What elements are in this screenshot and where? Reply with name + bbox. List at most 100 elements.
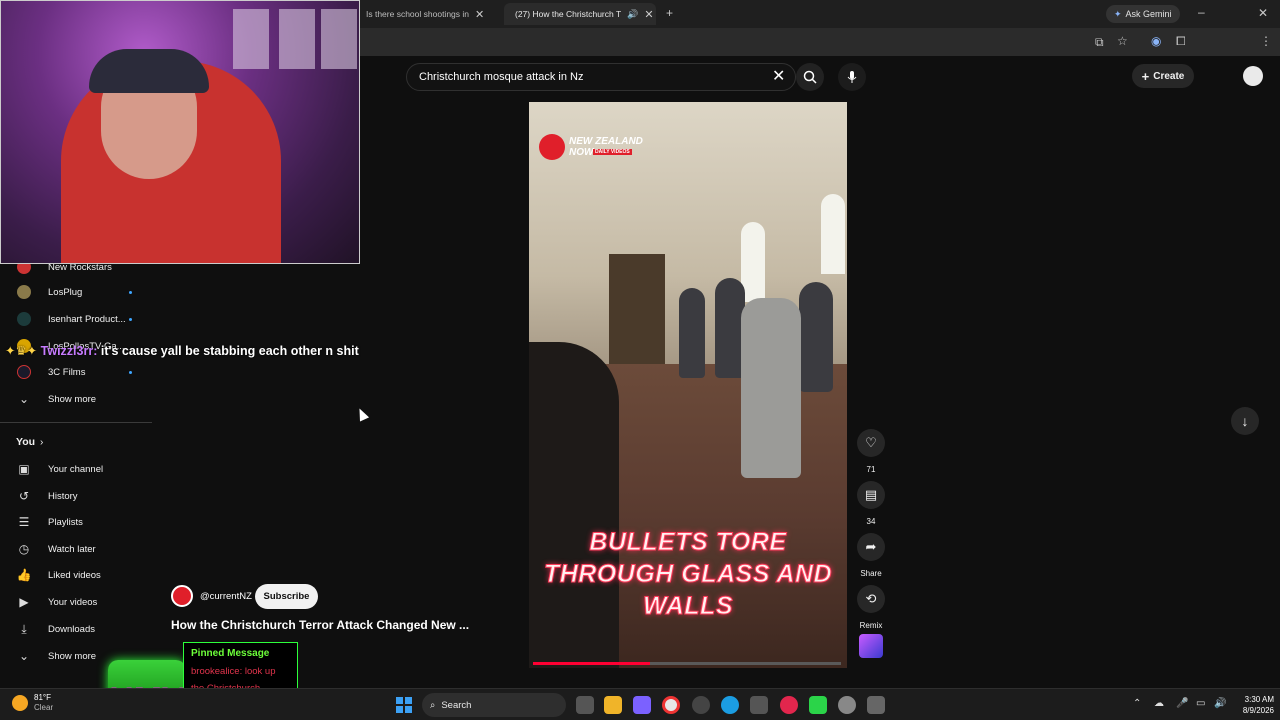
like-count: 71 bbox=[866, 465, 876, 474]
chevron-up-icon[interactable]: ⌃ bbox=[1133, 698, 1141, 709]
avatar[interactable] bbox=[1243, 66, 1263, 86]
volume-icon[interactable]: 🔊 bbox=[1214, 698, 1226, 709]
show-more-label: Show more bbox=[48, 650, 97, 662]
extensions-icon[interactable]: ⧠ bbox=[1176, 34, 1186, 49]
clear-icon[interactable]: ✕ bbox=[772, 66, 785, 86]
sidebar-item-your-videos[interactable]: ▶ Your videos bbox=[0, 589, 150, 615]
minimize-icon[interactable]: – bbox=[1198, 5, 1205, 19]
kick-icon[interactable] bbox=[809, 696, 827, 714]
sound-thumbnail[interactable] bbox=[859, 634, 883, 658]
sidebar-item-watch-later[interactable]: ◷ Watch later bbox=[0, 536, 150, 562]
menu-icon[interactable]: ⋮ bbox=[1260, 34, 1272, 48]
comment-icon[interactable]: ▤ bbox=[857, 481, 885, 509]
sidebar-item-isenhart[interactable]: Isenhart Product... bbox=[0, 306, 150, 332]
video-scene-door bbox=[609, 254, 665, 364]
progress-fill bbox=[533, 662, 651, 665]
search-input[interactable]: Christchurch mosque attack in Nz bbox=[406, 63, 796, 91]
share-action[interactable]: ➦ Share bbox=[857, 533, 885, 578]
channel-avatar bbox=[16, 284, 32, 300]
channel-avatar bbox=[16, 364, 32, 380]
sun-icon bbox=[12, 695, 28, 711]
file-explorer-icon[interactable] bbox=[604, 696, 622, 714]
video-scene-figure bbox=[799, 282, 833, 392]
comment-action[interactable]: ▤ 34 bbox=[857, 481, 885, 526]
like-action[interactable]: ♡ 71 bbox=[857, 429, 885, 474]
download-icon: ⤓ bbox=[21, 621, 27, 636]
sidebar-item-label: Your videos bbox=[48, 596, 98, 608]
video-progress-bar[interactable] bbox=[533, 662, 841, 665]
star-icon[interactable]: ☆ bbox=[1117, 34, 1128, 48]
sidebar-item-losplug[interactable]: LosPlug bbox=[0, 279, 150, 305]
chat-text: it's cause yall be stabbing each other n… bbox=[100, 344, 359, 358]
windows-start-icon[interactable] bbox=[396, 697, 412, 713]
install-icon[interactable]: ⧉ bbox=[1095, 35, 1104, 50]
sidebar-item-label: Playlists bbox=[48, 516, 83, 528]
sidebar-item-playlists[interactable]: ☰ Playlists bbox=[0, 509, 150, 535]
plus-icon: + bbox=[1141, 68, 1150, 84]
video-title[interactable]: How the Christchurch Terror Attack Chang… bbox=[171, 618, 469, 632]
weather-widget[interactable]: 81°F Clear bbox=[12, 693, 53, 713]
taskbar-search[interactable]: ⌕ Search bbox=[422, 693, 566, 717]
logo-line-1: NEW ZEALAND bbox=[569, 136, 643, 147]
close-icon[interactable]: ✕ bbox=[475, 8, 484, 21]
arrow-down-icon: ↓ bbox=[1241, 413, 1249, 429]
heart-icon[interactable]: ♡ bbox=[857, 429, 885, 457]
sidebar-item-history[interactable]: ↺ History bbox=[0, 483, 150, 509]
video-scene-runner bbox=[741, 298, 801, 478]
sidebar-item-label: Isenhart Product... bbox=[48, 313, 126, 325]
network-icon[interactable]: ▭ bbox=[1196, 698, 1205, 709]
onedrive-icon[interactable]: ☁ bbox=[1154, 698, 1164, 709]
remix-action[interactable]: ⟲ Remix bbox=[857, 585, 885, 630]
sidebar-item-your-channel[interactable]: ▣ Your channel bbox=[0, 456, 150, 482]
chrome-icon[interactable] bbox=[662, 696, 680, 714]
close-window-icon[interactable]: ✕ bbox=[1258, 6, 1268, 20]
calculator-icon[interactable] bbox=[867, 696, 885, 714]
close-icon[interactable]: ✕ bbox=[644, 8, 653, 21]
sidebar-item-downloads[interactable]: ⤓ Downloads bbox=[0, 616, 150, 642]
pinned-title: Pinned Message bbox=[191, 648, 270, 659]
new-content-dot bbox=[129, 317, 132, 321]
channel-avatar[interactable] bbox=[171, 585, 193, 607]
microphone-icon[interactable]: 🎤 bbox=[1176, 698, 1188, 709]
next-video-button[interactable]: ↓ bbox=[1231, 407, 1259, 435]
create-button[interactable]: + Create bbox=[1132, 64, 1194, 88]
search-icon: ⌕ bbox=[430, 699, 436, 711]
channel-icon: ▣ bbox=[18, 462, 30, 476]
short-video-player[interactable]: NEW ZEALAND NOW DAILY VIDEOS BULLETS TOR… bbox=[529, 102, 847, 668]
channel-handle[interactable]: @currentNZ bbox=[200, 591, 252, 602]
store-icon[interactable] bbox=[750, 696, 768, 714]
video-scene-window bbox=[821, 194, 845, 274]
gemini-label: Ask Gemini bbox=[1125, 9, 1172, 19]
sidebar-you-heading[interactable]: You › bbox=[0, 429, 150, 455]
sidebar-item-liked-videos[interactable]: 👍 Liked videos bbox=[0, 562, 150, 588]
media-player-icon[interactable] bbox=[780, 696, 798, 714]
remix-icon[interactable]: ⟲ bbox=[857, 585, 885, 613]
sidebar-item-3c-films[interactable]: 3C Films bbox=[0, 359, 150, 385]
task-view-icon[interactable] bbox=[576, 696, 594, 714]
chevron-down-icon: ⌄ bbox=[18, 649, 30, 663]
sidebar-item-label: Liked videos bbox=[48, 569, 101, 581]
show-more-button[interactable]: ⌄ Show more bbox=[0, 386, 150, 412]
tab-christchurch[interactable]: (27) How the Christchurch T 🔊 ✕ bbox=[504, 3, 656, 25]
settings-icon[interactable] bbox=[692, 696, 710, 714]
search-button[interactable] bbox=[796, 63, 824, 91]
copilot-icon[interactable] bbox=[633, 696, 651, 714]
edge-icon[interactable] bbox=[721, 696, 739, 714]
sound-icon[interactable]: ◉ bbox=[1151, 34, 1161, 48]
new-content-dot bbox=[129, 290, 132, 294]
wall-poster bbox=[279, 9, 315, 69]
sidebar-item-label: LosPlug bbox=[48, 286, 83, 298]
chat-username: Twizzl3rr: bbox=[40, 344, 98, 358]
speaker-icon[interactable]: 🔊 bbox=[627, 9, 638, 20]
tab-school-shootings[interactable]: Is there school shootings in ✕ bbox=[360, 3, 498, 25]
channel-avatar bbox=[16, 311, 32, 327]
subscribe-button[interactable]: Subscribe bbox=[255, 584, 318, 609]
plus-icon[interactable]: + bbox=[666, 6, 673, 20]
obs-icon[interactable] bbox=[838, 696, 856, 714]
tab-title: Is there school shootings in bbox=[366, 9, 470, 19]
microphone-icon bbox=[847, 71, 857, 83]
voice-search-button[interactable] bbox=[838, 63, 866, 91]
system-clock[interactable]: 3:30 AM 8/9/2026 bbox=[1230, 694, 1274, 716]
share-icon[interactable]: ➦ bbox=[857, 533, 885, 561]
ask-gemini-button[interactable]: ✦ Ask Gemini bbox=[1106, 5, 1180, 23]
